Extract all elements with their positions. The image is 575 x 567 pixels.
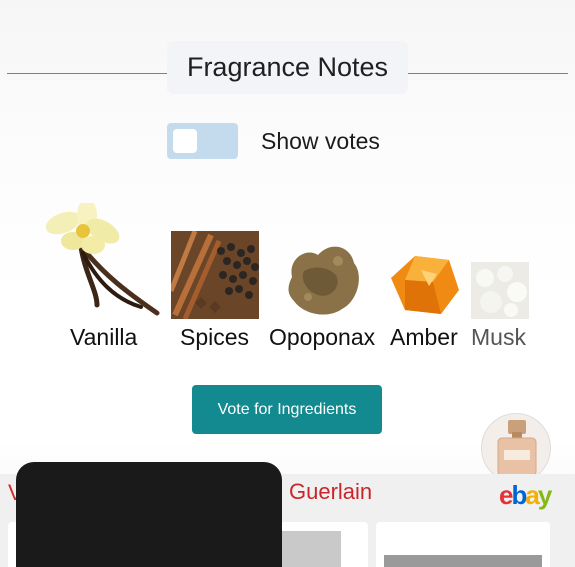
ad-product-image bbox=[275, 531, 341, 567]
ad-brand-link[interactable]: Guerlain bbox=[289, 479, 372, 505]
note-label: Spices bbox=[180, 324, 250, 350]
overlay-panel bbox=[16, 462, 282, 567]
vanilla-flower-icon bbox=[45, 203, 160, 316]
ebay-letter-b: b bbox=[511, 480, 527, 510]
musk-icon bbox=[471, 262, 529, 319]
section-divider-right bbox=[408, 73, 568, 74]
note-label: Vanilla bbox=[70, 324, 138, 350]
vote-ingredients-button[interactable]: Vote for Ingredients bbox=[192, 385, 382, 434]
toggle-knob bbox=[173, 129, 197, 153]
section-title-text: Fragrance Notes bbox=[186, 52, 389, 82]
ebay-letter-y: y bbox=[537, 480, 553, 510]
ebay-letter-a: a bbox=[525, 480, 540, 510]
perfume-bottle-thumbnail[interactable] bbox=[481, 413, 551, 483]
ad-product-image bbox=[384, 555, 542, 567]
perfume-bottle-icon bbox=[497, 420, 537, 477]
show-votes-toggle[interactable] bbox=[167, 123, 238, 159]
section-title: Fragrance Notes bbox=[167, 41, 408, 94]
show-votes-label: Show votes bbox=[261, 128, 380, 154]
note-label: Opoponax bbox=[269, 324, 376, 350]
spices-icon bbox=[171, 231, 259, 319]
amber-stone-icon bbox=[391, 256, 459, 314]
ebay-logo[interactable]: ebay bbox=[499, 480, 553, 511]
opoponax-resin-icon bbox=[288, 246, 359, 315]
note-label: Musk bbox=[471, 324, 526, 350]
section-divider-left bbox=[7, 73, 167, 74]
note-label: Amber bbox=[390, 324, 458, 350]
ebay-letter-e: e bbox=[499, 480, 514, 510]
vote-button-label: Vote for Ingredients bbox=[217, 400, 357, 418]
